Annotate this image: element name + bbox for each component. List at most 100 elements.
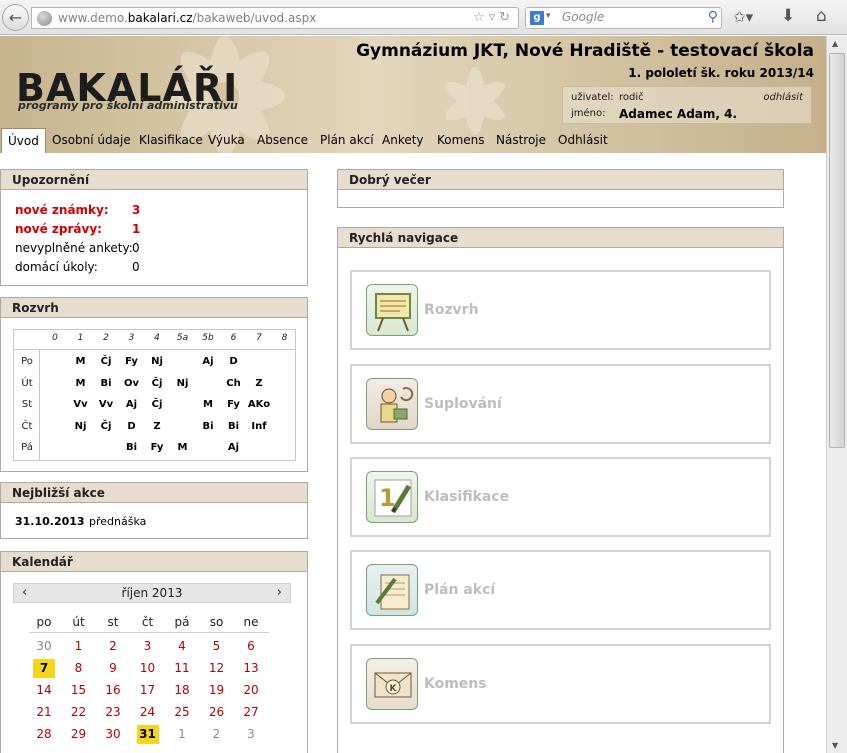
timetable-lesson[interactable]: Bi [195, 421, 221, 432]
calendar-day[interactable]: 14 [33, 681, 55, 700]
calendar-day[interactable]: 24 [137, 703, 159, 722]
calendar-day[interactable]: 4 [171, 637, 193, 656]
calendar-day[interactable]: 3 [137, 637, 159, 656]
engine-dropdown-icon[interactable]: ▾ [546, 11, 551, 21]
calendar-day[interactable]: 26 [206, 703, 228, 722]
nav-item-uvod[interactable]: Úvod [1, 128, 46, 153]
calendar-day[interactable]: 1 [171, 725, 193, 744]
calendar-day[interactable]: 16 [102, 681, 124, 700]
timetable-lesson[interactable]: D [119, 421, 145, 432]
back-arrow-icon[interactable]: ← [2, 4, 29, 31]
star-icon[interactable]: ☆ [473, 10, 489, 25]
logout-link[interactable]: odhlásit [763, 92, 803, 103]
calendar-day[interactable]: 30 [102, 725, 124, 744]
calendar-day[interactable]: 1 [68, 637, 90, 656]
timetable-lesson[interactable]: Z [144, 421, 170, 432]
timetable-lesson[interactable]: Bi [93, 378, 119, 389]
calendar-day[interactable]: 6 [240, 637, 262, 656]
timetable-lesson[interactable]: Fy [221, 399, 247, 410]
dropdown-icon[interactable]: ▿ [489, 10, 500, 25]
timetable-lesson[interactable]: Aj [195, 356, 221, 367]
timetable-lesson[interactable]: Čj [144, 399, 170, 410]
new-grades-count[interactable]: 3 [132, 203, 140, 217]
quicknav-suplovani[interactable]: Suplování [350, 364, 771, 444]
search-input[interactable]: Google [562, 10, 604, 24]
search-bar[interactable]: g ▾ Google ⚲ [525, 7, 722, 29]
vertical-scrollbar[interactable]: ▲ ▼ [826, 36, 847, 753]
calendar-day[interactable]: 29 [68, 725, 90, 744]
new-grades-label[interactable]: nové známky: [15, 203, 109, 217]
calendar-day[interactable]: 5 [206, 637, 228, 656]
timetable-grid[interactable]: 0 1 2 3 4 5a 5b 6 7 8 Po M Čj Fy Nj Aj D Út M Bi Ov Čj Nj Ch Z St… [13, 329, 296, 461]
nav-item-absence[interactable]: Absence [251, 128, 314, 153]
calendar-day[interactable]: 10 [137, 659, 159, 678]
reload-icon[interactable]: ↻ [499, 10, 514, 25]
url-text[interactable]: www.demo.bakalari.cz/bakaweb/uvod.aspx [58, 11, 316, 25]
timetable-lesson[interactable]: M [68, 356, 94, 367]
timetable-lesson[interactable]: Ch [221, 378, 247, 389]
calendar-day[interactable]: 3 [240, 725, 262, 744]
calendar-day[interactable]: 19 [206, 681, 228, 700]
timetable-lesson[interactable]: Ov [119, 378, 145, 389]
timetable-lesson[interactable]: AKo [246, 399, 272, 410]
event-name[interactable]: přednáška [89, 515, 146, 528]
home-icon[interactable]: ⌂ [816, 6, 827, 26]
google-icon[interactable]: g [530, 11, 544, 25]
calendar-day[interactable]: 18 [171, 681, 193, 700]
calendar-day[interactable]: 27 [240, 703, 262, 722]
timetable-lesson[interactable]: Aj [119, 399, 145, 410]
calendar-day[interactable]: 2 [206, 725, 228, 744]
timetable-lesson[interactable]: Aj [221, 442, 247, 453]
calendar-day[interactable]: 22 [68, 703, 90, 722]
calendar-day[interactable]: 28 [33, 725, 55, 744]
calendar-day[interactable]: 7 [33, 659, 55, 678]
timetable-lesson[interactable]: Bi [221, 421, 247, 432]
calendar-day[interactable]: 12 [206, 659, 228, 678]
scrollbar-thumb[interactable] [829, 53, 845, 448]
nav-item-ankety[interactable]: Ankety [376, 128, 430, 153]
calendar-day[interactable]: 31 [136, 725, 159, 744]
bookmarks-icon[interactable]: ✩▾ [733, 8, 753, 26]
quicknav-komens[interactable]: K Komens [350, 644, 771, 724]
nav-item-odhlasit[interactable]: Odhlásit [552, 128, 614, 153]
timetable-lesson[interactable]: Vv [93, 399, 119, 410]
scroll-up-icon[interactable]: ▲ [832, 39, 838, 48]
quicknav-plan-akci[interactable]: Plán akcí [350, 550, 771, 630]
calendar-day[interactable]: 20 [240, 681, 262, 700]
timetable-lesson[interactable]: M [170, 442, 196, 453]
download-icon[interactable]: ⬇ [781, 6, 795, 26]
calendar-day[interactable]: 23 [102, 703, 124, 722]
calendar-day[interactable]: 2 [102, 637, 124, 656]
timetable-lesson[interactable]: M [68, 378, 94, 389]
timetable-lesson[interactable]: Z [246, 378, 272, 389]
nav-item-komens[interactable]: Komens [431, 128, 491, 153]
timetable-lesson[interactable]: Bi [119, 442, 145, 453]
magnifier-icon[interactable]: ⚲ [708, 9, 718, 25]
calendar-day[interactable]: 21 [33, 703, 55, 722]
timetable-lesson[interactable]: Nj [144, 356, 170, 367]
new-messages-count[interactable]: 1 [132, 222, 140, 236]
timetable-lesson[interactable]: Inf [246, 421, 272, 432]
nav-item-plan-akci[interactable]: Plán akcí [314, 128, 380, 153]
calendar-day[interactable]: 15 [68, 681, 90, 700]
nav-item-vyuka[interactable]: Výuka [202, 128, 251, 153]
timetable-lesson[interactable]: Fy [144, 442, 170, 453]
timetable-lesson[interactable]: Nj [68, 421, 94, 432]
calendar-day[interactable]: 11 [171, 659, 193, 678]
nav-item-klasifikace[interactable]: Klasifikace [133, 128, 209, 153]
scroll-down-icon[interactable]: ▼ [832, 741, 838, 750]
timetable-lesson[interactable]: D [221, 356, 247, 367]
timetable-lesson[interactable]: Fy [119, 356, 145, 367]
calendar-day[interactable]: 9 [102, 659, 124, 678]
calendar-day[interactable]: 17 [137, 681, 159, 700]
calendar-day[interactable]: 8 [68, 659, 90, 678]
nav-item-nastroje[interactable]: Nástroje [490, 128, 552, 153]
quicknav-rozvrh[interactable]: Rozvrh [350, 270, 771, 350]
nav-item-osobni-udaje[interactable]: Osobní údaje [46, 128, 137, 153]
new-messages-label[interactable]: nové zprávy: [15, 222, 102, 236]
timetable-lesson[interactable]: Vv [68, 399, 94, 410]
calendar-day[interactable]: 30 [33, 637, 55, 656]
timetable-lesson[interactable]: M [195, 399, 221, 410]
calendar-day[interactable]: 13 [240, 659, 262, 678]
address-bar[interactable]: www.demo.bakalari.cz/bakaweb/uvod.aspx ☆… [31, 7, 519, 29]
